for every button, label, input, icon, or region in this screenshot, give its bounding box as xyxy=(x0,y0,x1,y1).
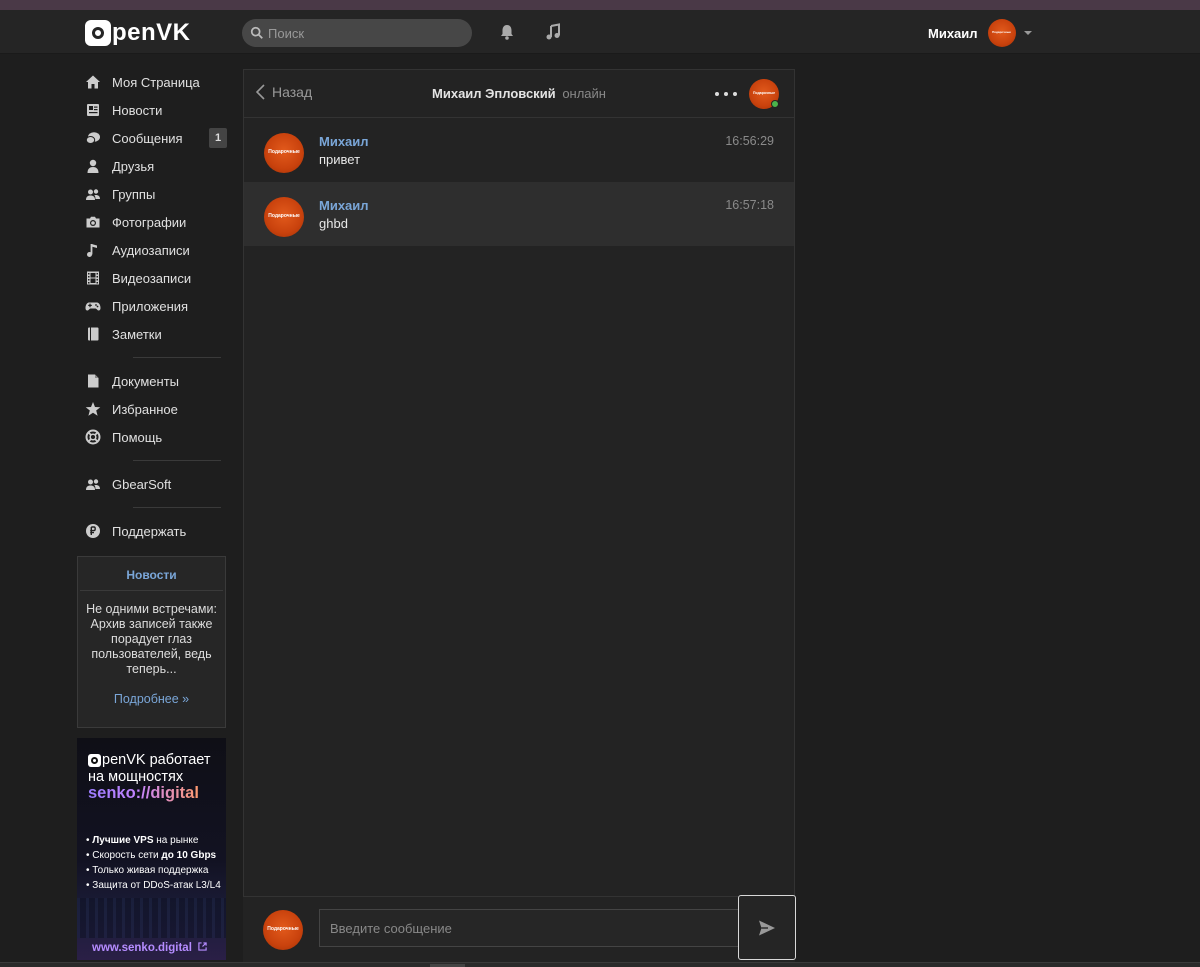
user-name: Михаил xyxy=(928,25,978,41)
banner-bullet: • Защита от DDoS-атак L3/L4 xyxy=(86,880,221,891)
server-rack-graphic xyxy=(77,898,226,938)
sidebar-item-audio[interactable]: Аудиозаписи xyxy=(77,236,227,264)
group-icon xyxy=(85,476,101,492)
chat-header: Назад Михаил Эпловский онлайн Подарочные xyxy=(244,70,794,118)
news-widget: Новости Не одними встречами: Архив запис… xyxy=(77,556,226,728)
music-note-icon xyxy=(85,242,101,258)
sidebar-item-apps[interactable]: Приложения xyxy=(77,292,227,320)
sidebar-divider xyxy=(133,507,221,508)
message-input[interactable] xyxy=(319,909,739,947)
messages-count-badge: 1 xyxy=(209,128,227,148)
ruble-coin-icon xyxy=(85,523,101,539)
banner-url: www.senko.digital xyxy=(92,942,207,954)
send-button[interactable] xyxy=(738,895,796,960)
search-box[interactable] xyxy=(242,19,472,47)
message-author[interactable]: Михаил xyxy=(319,134,369,149)
news-more-link[interactable]: Подробнее » xyxy=(78,692,225,706)
message-item: Подарочные Михаил привет 16:56:29 xyxy=(244,118,794,182)
lifebuoy-icon xyxy=(85,429,101,445)
notebook-icon xyxy=(85,326,101,342)
sidebar-item-photos[interactable]: Фотографии xyxy=(77,208,227,236)
window-bottom-bar xyxy=(0,962,1200,967)
left-sidebar: Моя Страница Новости Сообщения 1 Друзья … xyxy=(77,68,227,545)
sidebar-item-notes[interactable]: Заметки xyxy=(77,320,227,348)
peer-status: онлайн xyxy=(562,86,606,101)
message-text: привет xyxy=(319,152,361,167)
logo-text: penVK xyxy=(112,19,191,46)
group-icon xyxy=(85,186,101,202)
news-widget-text: Не одними встречами: Архив записей также… xyxy=(86,602,217,676)
message-composer: Подарочные xyxy=(243,896,795,967)
music-note-icon[interactable] xyxy=(542,21,564,43)
film-icon xyxy=(85,270,101,286)
banner-brand: senko://digital xyxy=(88,784,199,802)
message-text: ghbd xyxy=(319,216,348,231)
bell-icon[interactable] xyxy=(496,21,518,43)
user-menu[interactable]: Михаил Подарочные xyxy=(928,19,1032,47)
newspaper-icon xyxy=(85,102,101,118)
sidebar-item-support[interactable]: Поддержать xyxy=(77,517,227,545)
sidebar-item-help[interactable]: Помощь xyxy=(77,423,227,451)
logo-o-mark xyxy=(85,20,111,46)
banner-bullet: • Скорость сети до 10 Gbps xyxy=(86,850,217,861)
search-icon xyxy=(250,26,263,39)
sidebar-item-news[interactable]: Новости xyxy=(77,96,227,124)
message-time: 16:56:29 xyxy=(725,134,774,148)
person-icon xyxy=(85,158,101,174)
message-author[interactable]: Михаил xyxy=(319,198,369,213)
window-top-strip xyxy=(0,0,1200,10)
camera-icon xyxy=(85,214,101,230)
sidebar-item-video[interactable]: Видеозаписи xyxy=(77,264,227,292)
sidebar-divider xyxy=(133,460,221,461)
external-link-icon xyxy=(198,942,207,951)
chat-panel: Назад Михаил Эпловский онлайн Подарочные… xyxy=(243,69,795,967)
home-icon xyxy=(85,74,101,90)
banner-line-2: на мощностях xyxy=(88,769,184,785)
message-time: 16:57:18 xyxy=(725,198,774,212)
sidebar-item-documents[interactable]: Документы xyxy=(77,367,227,395)
message-author-avatar[interactable]: Подарочные xyxy=(264,197,304,237)
sidebar-divider xyxy=(133,357,221,358)
peer-name[interactable]: Михаил Эпловский xyxy=(432,86,556,101)
sidebar-item-favorites[interactable]: Избранное xyxy=(77,395,227,423)
star-icon xyxy=(85,401,101,417)
gamepad-icon xyxy=(85,298,101,314)
sidebar-item-my-page[interactable]: Моя Страница xyxy=(77,68,227,96)
openvk-logo[interactable]: penVK xyxy=(85,19,191,46)
logo-o-mark xyxy=(88,753,101,767)
sponsor-banner[interactable]: penVK работает на мощностях senko://digi… xyxy=(77,738,226,960)
sidebar-item-messages[interactable]: Сообщения 1 xyxy=(77,124,227,152)
send-icon xyxy=(759,920,775,935)
user-avatar: Подарочные xyxy=(987,19,1016,47)
chat-peer-title: Михаил Эпловский онлайн xyxy=(244,86,794,101)
search-input[interactable] xyxy=(268,25,458,41)
message-item: Подарочные Михаил ghbd 16:57:18 xyxy=(244,182,794,246)
document-icon xyxy=(85,373,101,389)
sidebar-item-gbearsoft[interactable]: GbearSoft xyxy=(77,470,227,498)
sidebar-item-friends[interactable]: Друзья xyxy=(77,152,227,180)
chat-icon xyxy=(85,130,101,146)
banner-bullets: • Лучшие VPS на рынке • Скорость сети до… xyxy=(86,833,221,893)
online-indicator xyxy=(771,100,779,108)
news-widget-title: Новости xyxy=(80,557,223,591)
message-author-avatar[interactable]: Подарочные xyxy=(264,133,304,173)
top-header: penVK Михаил Подарочные xyxy=(0,10,1200,54)
banner-line-1: penVK работает xyxy=(88,752,211,768)
composer-avatar: Подарочные xyxy=(263,910,303,950)
chevron-down-icon xyxy=(1023,31,1032,35)
banner-bullet: • Лучшие VPS на рынке xyxy=(86,835,199,846)
banner-bullet: • Только живая поддержка xyxy=(86,865,209,876)
sidebar-item-groups[interactable]: Группы xyxy=(77,180,227,208)
more-options-icon[interactable] xyxy=(715,86,737,102)
